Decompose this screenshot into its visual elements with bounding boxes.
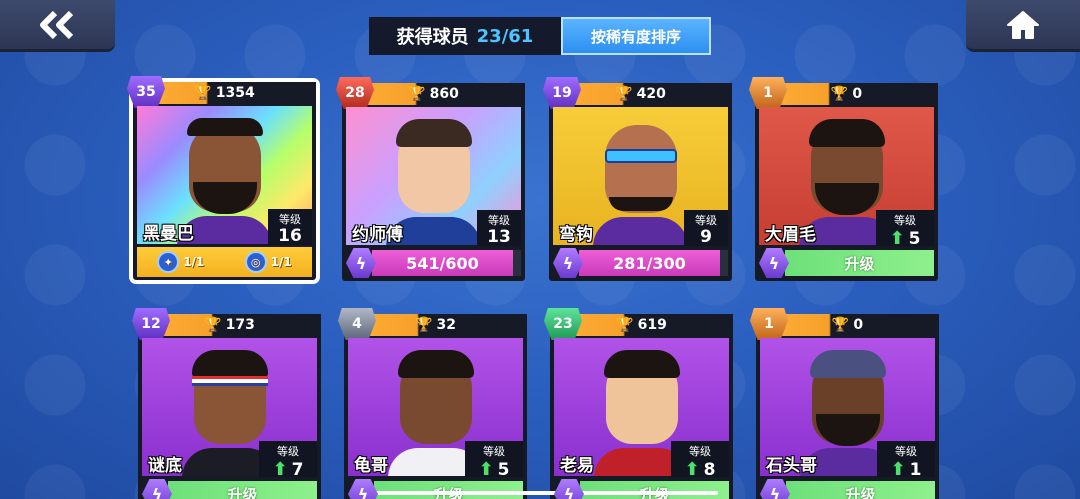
player-card[interactable]: 🏆 173 12 谜底 等级 ⬆ 7 ϟ 升级 xyxy=(132,308,321,499)
upgrade-button[interactable]: 升级 xyxy=(168,481,317,499)
rank-badge: 4 xyxy=(338,308,376,340)
back-button[interactable] xyxy=(0,0,115,52)
upgrade-row[interactable]: ϟ 升级 xyxy=(554,479,729,499)
level-label: 等级 xyxy=(895,445,917,458)
upgrade-button[interactable]: 升级 xyxy=(374,481,523,499)
trophy-count: 619 xyxy=(637,317,667,333)
arrow-up-icon: ⬆ xyxy=(684,459,700,480)
home-icon xyxy=(1007,10,1039,39)
trophy-icon: 🏆 xyxy=(408,86,426,102)
player-name: 约师傅 xyxy=(352,225,403,245)
level-value: 13 xyxy=(487,227,511,247)
collected-label: 获得球员 xyxy=(396,27,469,48)
level-box: 等级 9 xyxy=(684,210,728,246)
trophy-icon: 🏆 xyxy=(204,317,222,333)
trophy-icon: 🏆 xyxy=(831,317,850,333)
level-box: 等级 ⬆ 5 xyxy=(876,210,934,249)
level-label: 等级 xyxy=(277,445,299,458)
level-box: 等级 13 xyxy=(477,210,521,246)
level-box: 等级 ⬆ 8 xyxy=(671,441,729,480)
upgrade-row[interactable]: ϟ 升级 xyxy=(348,479,523,499)
level-label: 等级 xyxy=(483,445,505,458)
level-value: 5 xyxy=(497,460,510,480)
level-value: 16 xyxy=(278,226,302,246)
level-label: 等级 xyxy=(894,214,916,227)
header-bar: 获得球员 23/61 按稀有度排序 xyxy=(369,17,711,55)
trophy-icon: 🏆 xyxy=(616,317,634,333)
player-card[interactable]: 🏆 0 1 石头哥 等级 ⬆ 1 ϟ 升级 xyxy=(750,308,939,499)
sort-by-rarity-button[interactable]: 按稀有度排序 xyxy=(561,17,711,55)
home-button[interactable] xyxy=(966,0,1080,52)
dunk-skill-icon: ✦ xyxy=(157,251,180,273)
trophy-count: 420 xyxy=(636,86,666,102)
rank-badge: 19 xyxy=(543,77,581,109)
player-name: 谜底 xyxy=(148,456,182,476)
player-card[interactable]: 🏆 420 19 弯钩 等级 9 ϟ 281/300 xyxy=(543,77,732,281)
upgrade-row[interactable]: ϟ 升级 xyxy=(760,479,935,499)
player-name: 弯钩 xyxy=(559,225,593,245)
level-value: 1 xyxy=(909,460,922,480)
upgrade-row[interactable]: ϟ 升级 xyxy=(759,248,934,278)
card-progress-bar: 541/600 xyxy=(372,250,521,276)
trophy-count: 173 xyxy=(225,317,255,333)
player-name: 龟哥 xyxy=(354,456,388,476)
rank-badge: 23 xyxy=(544,308,582,340)
level-label: 等级 xyxy=(689,445,711,458)
upgrade-button[interactable]: 升级 xyxy=(786,481,935,499)
rank-badge: 1 xyxy=(749,77,787,109)
skill-slot[interactable]: ◎ 1/1 xyxy=(244,251,292,273)
upgrade-button[interactable]: 升级 xyxy=(580,481,729,499)
player-card[interactable]: 🏆 32 4 龟哥 等级 ⬆5 ϟ 升级 xyxy=(338,308,527,499)
level-value: 8 xyxy=(703,460,716,480)
arrow-up-icon: ⬆ xyxy=(889,228,905,249)
trophy-icon: 🏆 xyxy=(194,85,212,101)
player-name: 黑曼巴 xyxy=(143,224,194,244)
player-name: 老易 xyxy=(560,456,594,476)
level-label: 等级 xyxy=(279,213,301,226)
rank-badge: 28 xyxy=(336,77,374,109)
player-card[interactable]: 🏆 860 28 约师傅 等级 13 ϟ 541/600 xyxy=(336,77,525,281)
player-name: 石头哥 xyxy=(766,456,817,476)
level-value: 7 xyxy=(291,460,304,480)
trophy-count: 0 xyxy=(853,317,864,333)
home-indicator[interactable] xyxy=(360,491,718,495)
arrow-up-icon: ⬆ xyxy=(890,459,906,480)
level-label: 等级 xyxy=(488,214,510,227)
level-box: 等级 ⬆ 5 xyxy=(465,441,523,480)
player-card[interactable]: 🏆 619 23 老易 等级 ⬆8 ϟ 升级 xyxy=(544,308,733,499)
skill-slot[interactable]: ✦ 1/1 xyxy=(157,251,204,273)
level-label: 等级 xyxy=(695,214,717,227)
level-value: 9 xyxy=(700,227,712,247)
card-progress: ϟ 281/300 xyxy=(553,248,728,278)
trophy-icon: 🏆 xyxy=(615,86,633,102)
level-box: 等级 ⬆ 7 xyxy=(259,441,317,480)
level-value: 5 xyxy=(908,229,921,249)
arrow-up-icon: ⬆ xyxy=(272,459,288,480)
upgrade-row[interactable]: ϟ 升级 xyxy=(142,479,317,499)
skill-count: 1/1 xyxy=(270,255,292,269)
trophy-count: 1354 xyxy=(215,85,255,101)
ball-skill-icon: ◎ xyxy=(244,251,267,273)
trophy-count: 32 xyxy=(436,317,456,333)
player-avatar-image xyxy=(593,117,688,245)
skill-row: ✦ 1/1 ◎ 1/1 xyxy=(137,247,312,277)
trophy-count: 0 xyxy=(852,86,863,102)
rank-badge: 1 xyxy=(750,308,788,340)
level-box: 等级 ⬆ 1 xyxy=(877,441,935,480)
level-box: 等级 16 xyxy=(268,209,312,245)
skill-count: 1/1 xyxy=(183,255,205,269)
card-progress-bar: 281/300 xyxy=(579,250,728,276)
player-card[interactable]: 🏆 1354 35 黑曼巴 等级 16 ✦ 1/1 ◎ 1/1 xyxy=(127,76,320,284)
trophy-icon: 🏆 xyxy=(830,86,849,102)
arrow-up-icon: ⬆ xyxy=(478,459,494,480)
upgrade-button[interactable]: 升级 xyxy=(785,250,934,276)
collected-count: 23/61 xyxy=(476,25,534,47)
trophy-count: 860 xyxy=(429,86,459,102)
player-card[interactable]: 🏆 0 1 大眉毛 等级 ⬆ 5 ϟ 升级 xyxy=(749,77,938,281)
trophy-icon: 🏆 xyxy=(415,317,433,333)
player-name: 大眉毛 xyxy=(765,225,816,245)
collected-counter: 获得球员 23/61 xyxy=(369,17,561,55)
card-progress: ϟ 541/600 xyxy=(346,248,521,278)
double-chevron-left-icon xyxy=(39,10,73,39)
